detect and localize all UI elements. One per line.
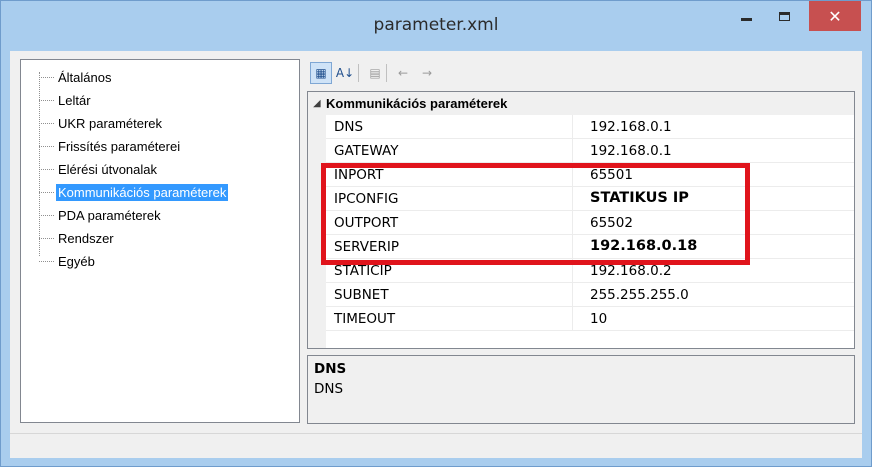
app-window: parameter.xml ✕ Általános Leltár UKR param… xyxy=(0,0,872,467)
collapse-icon[interactable]: ◢ xyxy=(308,98,326,109)
tree-item[interactable]: Frissítés paraméterei xyxy=(21,135,182,157)
tree-connector xyxy=(39,260,54,262)
minimize-icon xyxy=(740,17,752,21)
property-name: TIMEOUT xyxy=(334,311,396,327)
property-name: SERVERIP xyxy=(334,239,400,255)
property-value[interactable]: 65501 xyxy=(590,167,633,183)
categorized-icon: ▦ xyxy=(315,66,327,80)
property-pages-button[interactable]: ▤ xyxy=(364,62,386,84)
tree-connector xyxy=(39,122,54,124)
property-name: GATEWAY xyxy=(334,143,399,159)
property-name: DNS xyxy=(334,119,364,135)
property-row[interactable]: SERVERIP 192.168.0.18 xyxy=(326,235,854,259)
forward-arrow-icon: → xyxy=(421,66,433,80)
title-bar[interactable]: parameter.xml ✕ xyxy=(1,1,871,51)
property-row[interactable]: SUBNET 255.255.255.0 xyxy=(326,283,854,307)
tree-item[interactable]: Rendszer xyxy=(21,227,116,249)
property-row[interactable]: OUTPORT 65502 xyxy=(326,211,854,235)
tree-item[interactable]: Leltár xyxy=(21,89,93,111)
tree-item-label: PDA paraméterek xyxy=(58,207,161,223)
minimize-button[interactable] xyxy=(727,2,765,30)
categorized-button[interactable]: ▦ xyxy=(310,62,332,84)
property-row[interactable]: IPCONFIG STATIKUS IP xyxy=(326,187,854,211)
column-divider[interactable] xyxy=(572,211,573,234)
property-value[interactable]: 192.168.0.18 xyxy=(590,238,697,254)
property-name: IPCONFIG xyxy=(334,191,399,207)
property-value[interactable]: 192.168.0.1 xyxy=(590,119,672,135)
forward-arrow-button[interactable]: → xyxy=(416,62,438,84)
description-pane: DNS DNS xyxy=(307,355,855,424)
back-arrow-icon: ← xyxy=(397,66,409,80)
tree-item-label: Elérési útvonalak xyxy=(58,161,157,177)
tree-item-label: Leltár xyxy=(58,92,91,108)
toolbar-separator xyxy=(358,64,359,82)
property-value[interactable]: 192.168.0.1 xyxy=(590,143,672,159)
property-row[interactable]: TIMEOUT 10 xyxy=(326,307,854,331)
property-value[interactable]: STATIKUS IP xyxy=(590,190,689,206)
property-name: OUTPORT xyxy=(334,215,399,231)
tree-item[interactable]: Egyéb xyxy=(21,250,97,272)
column-divider[interactable] xyxy=(572,187,573,210)
maximize-icon xyxy=(778,11,790,21)
property-name: STATICIP xyxy=(334,263,392,279)
tree-connector xyxy=(39,168,54,170)
column-divider[interactable] xyxy=(572,235,573,258)
tree-connector xyxy=(39,99,54,101)
property-pages-icon: ▤ xyxy=(369,66,381,80)
property-name: INPORT xyxy=(334,167,384,183)
tree-item[interactable]: Elérési útvonalak xyxy=(21,158,159,180)
property-value[interactable]: 192.168.0.2 xyxy=(590,263,672,279)
property-grid[interactable]: ◢ Kommunikációs paraméterek DNS 192.168.0… xyxy=(307,91,855,349)
alphabetical-sort-icon: A↓ xyxy=(335,66,355,80)
category-row[interactable]: ◢ Kommunikációs paraméterek xyxy=(308,92,854,115)
property-row[interactable]: DNS 192.168.0.1 xyxy=(326,115,854,139)
toolbar-separator xyxy=(386,64,387,82)
close-button[interactable]: ✕ xyxy=(809,1,861,31)
description-text: DNS xyxy=(314,381,344,397)
column-divider[interactable] xyxy=(572,283,573,306)
client-area: Általános Leltár UKR paraméterek Frissítés … xyxy=(10,51,862,433)
tree-item[interactable]: UKR paraméterek xyxy=(21,112,164,134)
property-panel: ▦ A↓ ▤ ← → ◢ Kommunikációs paraméterek DNS 19… xyxy=(307,59,855,426)
tree-item[interactable]: Általános xyxy=(21,66,113,88)
category-label: Kommunikációs paraméterek xyxy=(326,96,508,111)
description-title: DNS xyxy=(314,361,347,377)
grid-gutter xyxy=(308,92,326,348)
alphabetical-sort-button[interactable]: A↓ xyxy=(334,62,356,84)
back-arrow-button[interactable]: ← xyxy=(392,62,414,84)
property-row[interactable]: STATICIP 192.168.0.2 xyxy=(326,259,854,283)
column-divider[interactable] xyxy=(572,307,573,330)
tree-item-label: UKR paraméterek xyxy=(58,115,163,131)
tree-connector xyxy=(39,191,54,193)
close-icon: ✕ xyxy=(828,6,842,26)
tree-item-label: Egyéb xyxy=(58,253,95,269)
settings-tree[interactable]: Általános Leltár UKR paraméterek Frissítés … xyxy=(20,59,300,423)
property-value[interactable]: 65502 xyxy=(590,215,633,231)
column-divider[interactable] xyxy=(572,259,573,282)
property-value[interactable]: 255.255.255.0 xyxy=(590,287,689,303)
tree-item-label: Rendszer xyxy=(58,230,114,246)
property-grid-toolbar: ▦ A↓ ▤ ← → xyxy=(307,59,855,87)
property-value[interactable]: 10 xyxy=(590,311,607,327)
tree-connector xyxy=(39,214,54,216)
tree-connector xyxy=(39,237,54,239)
property-row[interactable]: INPORT 65501 xyxy=(326,163,854,187)
status-bar xyxy=(10,433,862,458)
tree-item-label: Kommunikációs paraméterek xyxy=(56,183,229,201)
property-name: SUBNET xyxy=(334,287,389,303)
column-divider[interactable] xyxy=(572,115,573,138)
property-row[interactable]: GATEWAY 192.168.0.1 xyxy=(326,139,854,163)
tree-connector xyxy=(39,145,54,147)
column-divider[interactable] xyxy=(572,163,573,186)
tree-item[interactable]: Kommunikációs paraméterek xyxy=(21,181,229,203)
tree-item-label: Frissítés paraméterei xyxy=(58,138,181,154)
maximize-button[interactable] xyxy=(765,2,803,30)
tree-connector xyxy=(39,76,54,78)
column-divider[interactable] xyxy=(572,139,573,162)
tree-item-label: Általános xyxy=(58,69,112,85)
tree-item[interactable]: PDA paraméterek xyxy=(21,204,163,226)
